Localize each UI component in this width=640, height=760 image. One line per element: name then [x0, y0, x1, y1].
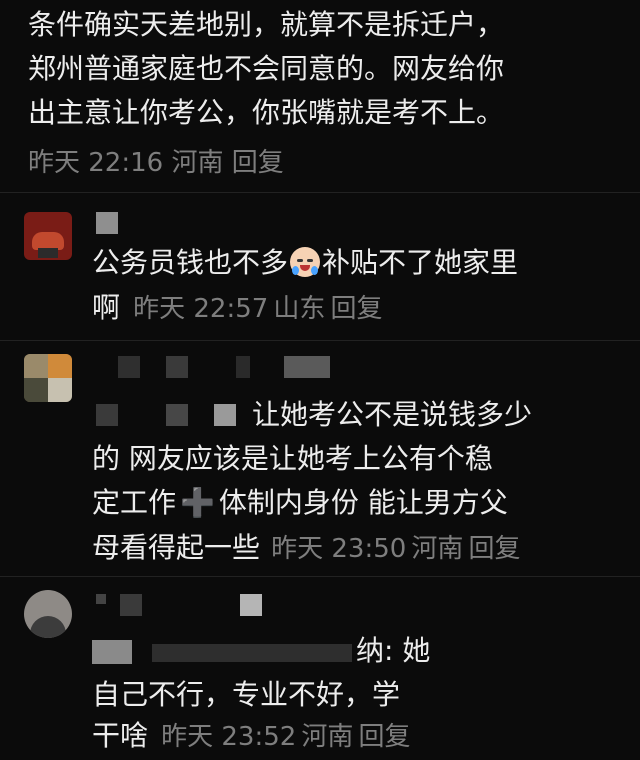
avatar[interactable]	[24, 354, 72, 402]
comment-body-line: 郑州普通家庭也不会同意的。网友给你	[28, 52, 505, 85]
comment-body-line: 定工作 ➕ 体制内身份 能让男方父	[92, 486, 508, 519]
comment-body-line: 条件确实天差地别，就算不是拆迁户，	[28, 8, 505, 41]
crying-face-icon	[290, 247, 321, 277]
comment-location: 河南	[411, 534, 464, 564]
plus-icon: ➕	[180, 486, 215, 519]
divider	[0, 192, 640, 193]
avatar[interactable]	[24, 590, 72, 638]
comment-body-line: 干啥	[92, 719, 149, 752]
comment-body-line: 啊	[92, 291, 121, 324]
comment-body-line: 出主意让你考公，你张嘴就是考不上。	[28, 96, 505, 129]
comment-body-line: 让她考公不是说钱多少	[252, 398, 533, 431]
comment-body-line: 母看得起一些	[92, 531, 261, 564]
comment-body-line: 公务员钱也不多 补贴不了她家里	[92, 246, 519, 279]
comment-location: 河南	[171, 148, 224, 178]
reply-button[interactable]: 回复	[469, 534, 521, 564]
comment-location: 山东	[273, 294, 326, 324]
divider	[0, 576, 640, 577]
comment-meta: 昨天 22:16 河南 回复	[28, 142, 284, 179]
reply-button[interactable]: 回复	[232, 148, 284, 178]
comment-time: 昨天 22:57	[133, 294, 269, 324]
username-redacted[interactable]	[96, 212, 118, 234]
comment-body-line: 纳: 她	[356, 634, 431, 667]
comment-location: 河南	[301, 722, 354, 752]
comment-time: 昨天 23:50	[271, 534, 407, 564]
avatar[interactable]	[24, 212, 72, 260]
comment-body-line: 的 网友应该是让她考上公有个稳	[92, 442, 493, 475]
comment-time: 昨天 22:16	[28, 148, 164, 178]
divider	[0, 340, 640, 341]
redacted-mention	[92, 640, 352, 664]
comment-time: 昨天 23:52	[161, 722, 297, 752]
comment-body-line: 自己不行，专业不好，学	[92, 678, 401, 711]
reply-button[interactable]: 回复	[331, 294, 383, 324]
reply-button[interactable]: 回复	[359, 722, 411, 752]
